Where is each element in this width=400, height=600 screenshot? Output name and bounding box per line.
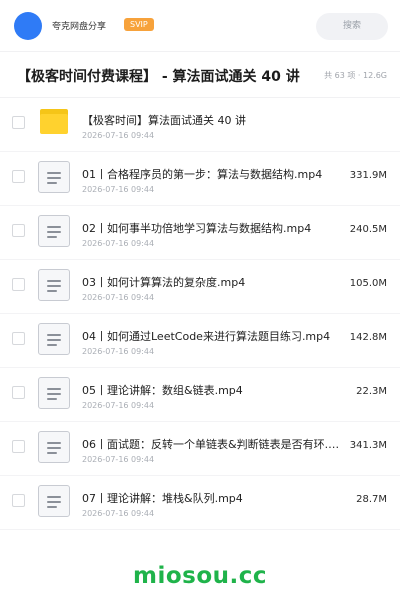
file-size: 22.3M <box>356 386 387 397</box>
file-name[interactable]: 【极客时间】算法面试通关 40 讲 <box>82 112 346 128</box>
file-date: 2026-07-16 09:44 <box>82 131 155 140</box>
page-title: 【极客时间付费课程】 - 算法面试通关 40 讲 <box>17 69 300 85</box>
file-size: 341.3M <box>349 440 387 451</box>
video-file-icon <box>38 323 70 355</box>
select-checkbox[interactable] <box>12 170 25 183</box>
file-size: 331.9M <box>349 170 387 181</box>
select-checkbox[interactable] <box>12 386 25 399</box>
select-checkbox[interactable] <box>12 224 25 237</box>
file-date: 2026-07-16 09:44 <box>82 185 155 194</box>
select-checkbox[interactable] <box>12 440 25 453</box>
avatar[interactable] <box>14 12 42 40</box>
select-checkbox[interactable] <box>12 494 25 507</box>
file-name[interactable]: 01丨合格程序员的第一步：算法与数据结构.mp4 <box>82 166 346 182</box>
file-size: 142.8M <box>349 332 387 343</box>
video-file-icon <box>38 377 70 409</box>
select-checkbox[interactable] <box>12 278 25 291</box>
select-checkbox[interactable] <box>12 332 25 345</box>
file-row[interactable]: 05丨理论讲解：数组&链表.mp4 2026-07-16 09:44 22.3M <box>0 368 400 422</box>
file-size: 240.5M <box>349 224 387 235</box>
watermark: miosou.cc <box>132 563 268 589</box>
file-row[interactable]: 06丨面试题：反转一个单链表&判断链表是否有环.mp4 2026-07-16 09… <box>0 422 400 476</box>
file-name[interactable]: 04丨如何通过LeetCode来进行算法题目练习.mp4 <box>82 328 346 344</box>
video-file-icon <box>38 215 70 247</box>
video-file-icon <box>38 485 70 517</box>
folder-icon <box>38 107 70 139</box>
folder-row[interactable]: 【极客时间】算法面试通关 40 讲 2026-07-16 09:44 <box>0 98 400 152</box>
file-date: 2026-07-16 09:44 <box>82 401 155 410</box>
file-date: 2026-07-16 09:44 <box>82 455 155 464</box>
file-size: 105.0M <box>349 278 387 289</box>
search-button[interactable]: 搜索 <box>316 13 388 40</box>
file-name[interactable]: 07丨理论讲解：堆栈&队列.mp4 <box>82 490 346 506</box>
file-date: 2026-07-16 09:44 <box>82 509 155 518</box>
file-list: 【极客时间】算法面试通关 40 讲 2026-07-16 09:44 01丨合格程序… <box>0 98 400 530</box>
video-file-icon <box>38 161 70 193</box>
file-row[interactable]: 07丨理论讲解：堆栈&队列.mp4 2026-07-16 09:44 28.7M <box>0 476 400 530</box>
folder-header: 【极客时间付费课程】 - 算法面试通关 40 讲 共 63 项 · 12.6G <box>0 52 400 98</box>
file-row[interactable]: 03丨如何计算算法的复杂度.mp4 2026-07-16 09:44 105.0M <box>0 260 400 314</box>
video-file-icon <box>38 431 70 463</box>
file-date: 2026-07-16 09:44 <box>82 239 155 248</box>
file-date: 2026-07-16 09:44 <box>82 347 155 356</box>
vip-badge: SVIP <box>124 18 154 31</box>
video-file-icon <box>38 269 70 301</box>
file-row[interactable]: 02丨如何事半功倍地学习算法与数据结构.mp4 2026-07-16 09:44 2… <box>0 206 400 260</box>
file-name[interactable]: 02丨如何事半功倍地学习算法与数据结构.mp4 <box>82 220 346 236</box>
folder-summary: 共 63 项 · 12.6G <box>324 71 387 80</box>
file-name[interactable]: 06丨面试题：反转一个单链表&判断链表是否有环.mp4 <box>82 436 346 452</box>
file-size: 28.7M <box>356 494 387 505</box>
top-bar: 夸克网盘分享 SVIP 搜索 <box>0 0 400 52</box>
file-name[interactable]: 03丨如何计算算法的复杂度.mp4 <box>82 274 346 290</box>
file-row[interactable]: 01丨合格程序员的第一步：算法与数据结构.mp4 2026-07-16 09:44… <box>0 152 400 206</box>
file-row[interactable]: 04丨如何通过LeetCode来进行算法题目练习.mp4 2026-07-16 0… <box>0 314 400 368</box>
select-checkbox[interactable] <box>12 116 25 129</box>
brand-name: 夸克网盘分享 <box>52 22 107 32</box>
file-name[interactable]: 05丨理论讲解：数组&链表.mp4 <box>82 382 346 398</box>
file-date: 2026-07-16 09:44 <box>82 293 155 302</box>
